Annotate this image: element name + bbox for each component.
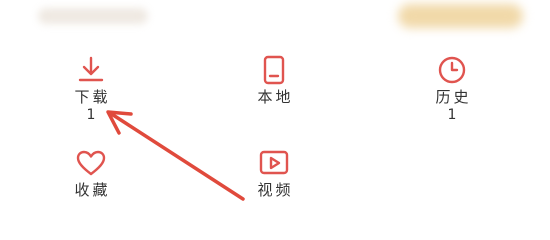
phone-icon	[263, 55, 285, 85]
download-count: 1	[86, 107, 96, 123]
download-label: 下载	[74, 88, 111, 106]
heart-icon	[76, 150, 106, 176]
local-label: 本地	[257, 88, 294, 106]
menu-item-download[interactable]: 下载 1	[51, 55, 131, 123]
clock-icon	[438, 56, 466, 84]
history-count: 1	[447, 107, 457, 123]
video-label: 视频	[257, 181, 294, 199]
menu-item-video[interactable]: 视频	[234, 148, 314, 200]
favorites-label: 收藏	[74, 181, 111, 199]
download-icon	[78, 56, 104, 82]
menu-item-local[interactable]: 本地	[234, 55, 314, 107]
menu-item-favorites[interactable]: 收藏	[51, 148, 131, 200]
video-play-icon	[259, 150, 289, 175]
menu-screen: 下载 1 本地 历史 1 收藏 视频	[0, 0, 550, 240]
blurred-header-button[interactable]	[398, 4, 523, 28]
history-label: 历史	[435, 88, 472, 106]
menu-item-history[interactable]: 历史 1	[412, 55, 492, 123]
blurred-header-left	[38, 8, 148, 24]
